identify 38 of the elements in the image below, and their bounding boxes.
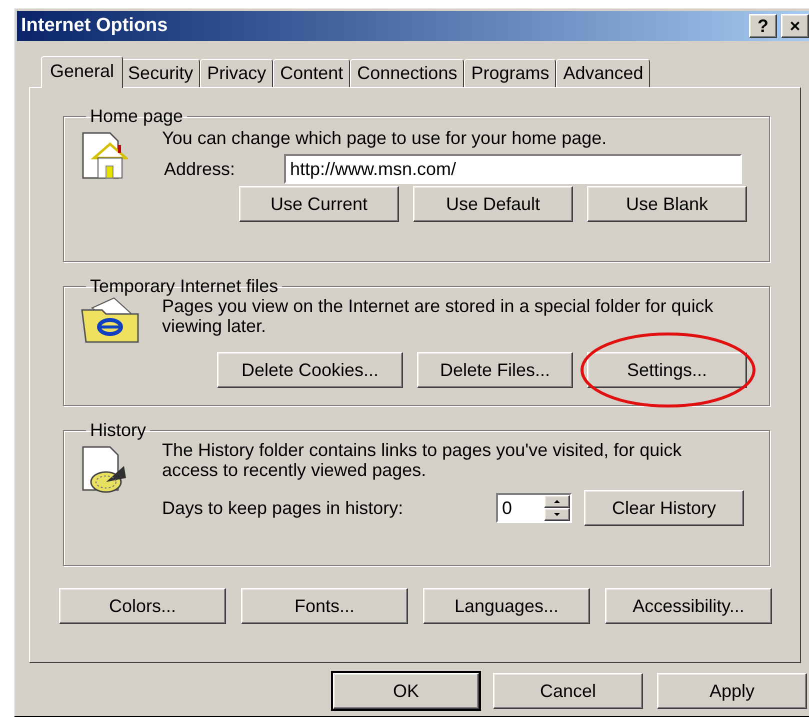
tab[interactable]: Content bbox=[273, 59, 350, 87]
days-spinner[interactable]: 0 bbox=[496, 493, 572, 523]
dialog-button[interactable]: Delete Files... bbox=[417, 352, 573, 388]
tab[interactable]: General bbox=[41, 56, 124, 88]
days-label: Days to keep pages in history: bbox=[162, 496, 404, 520]
description-text: Pages you view on the Internet are stored in a special folder for quick viewing later. bbox=[162, 296, 714, 338]
description-text: You can change which page to use for your home page. bbox=[162, 127, 608, 150]
dialog-button[interactable]: Accessibility... bbox=[605, 588, 772, 624]
dialog-button[interactable]: Colors... bbox=[59, 588, 226, 624]
address-field[interactable]: http://www.msn.com/ bbox=[284, 154, 742, 184]
close-button[interactable]: × bbox=[781, 14, 809, 38]
dialog-button[interactable]: Use Blank bbox=[587, 186, 747, 222]
window-title: Internet Options bbox=[21, 14, 168, 38]
home-page-icon bbox=[80, 130, 128, 182]
address-label: Address: bbox=[163, 158, 236, 180]
dialog-button[interactable]: Settings... bbox=[587, 352, 747, 388]
dialog-button[interactable]: Cancel bbox=[493, 673, 643, 709]
help-button[interactable]: ? bbox=[749, 14, 777, 38]
tab[interactable]: Advanced bbox=[556, 59, 650, 87]
spin-down-icon[interactable] bbox=[544, 508, 570, 521]
tab[interactable]: Connections bbox=[350, 59, 464, 87]
days-value: 0 bbox=[501, 497, 514, 520]
dialog-button[interactable]: Fonts... bbox=[241, 588, 408, 624]
dialog-button[interactable]: OK bbox=[333, 673, 479, 709]
dialog-button[interactable]: Languages... bbox=[423, 588, 590, 624]
tab[interactable]: Programs bbox=[464, 59, 556, 87]
tab[interactable]: Security bbox=[121, 59, 200, 87]
group-title: History bbox=[89, 420, 148, 440]
dialog-button[interactable]: Use Default bbox=[413, 186, 573, 222]
description-text: The History folder contains links to pages you've visited, for quick access to recently viewed pages. bbox=[162, 440, 683, 480]
dialog-button[interactable]: Delete Cookies... bbox=[217, 352, 403, 388]
dialog-button[interactable]: Use Current bbox=[239, 186, 399, 222]
dialog-button[interactable]: Apply bbox=[657, 673, 807, 709]
group-title: Home page bbox=[89, 106, 184, 126]
dialog-button[interactable]: Clear History bbox=[584, 490, 744, 526]
spin-up-icon[interactable] bbox=[544, 495, 570, 508]
tab[interactable]: Privacy bbox=[200, 59, 274, 87]
group-title: Temporary Internet files bbox=[89, 276, 280, 296]
